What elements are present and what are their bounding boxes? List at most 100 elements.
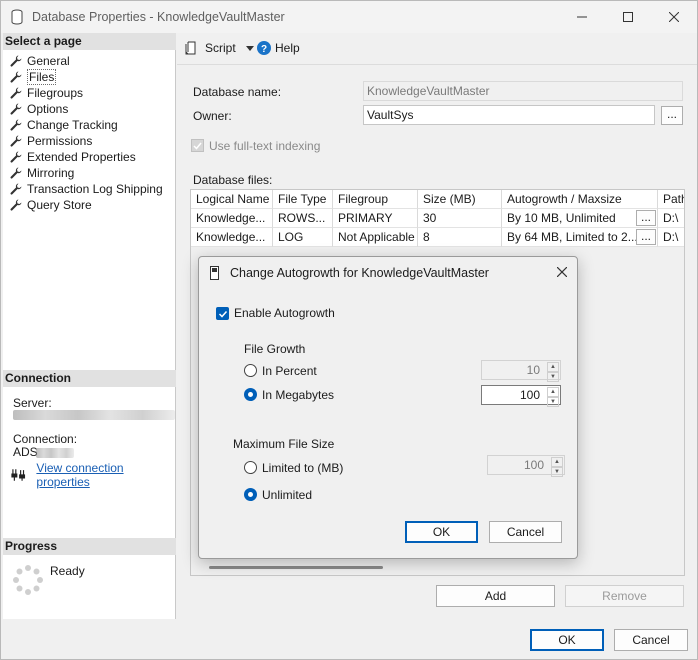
owner-browse-button[interactable]: ... bbox=[661, 106, 683, 125]
in-megabytes-spin-arrows[interactable]: ▲ ▼ bbox=[547, 387, 559, 407]
dialog-cancel-button[interactable]: Cancel bbox=[489, 521, 562, 543]
progress-spinner-icon bbox=[13, 565, 43, 595]
progress-header: Progress bbox=[3, 538, 176, 555]
unlimited-radio[interactable] bbox=[244, 488, 257, 501]
in-percent-spin-arrows[interactable]: ▲ ▼ bbox=[547, 362, 559, 382]
grid-horizontal-scrollbar[interactable] bbox=[209, 566, 383, 569]
column-header[interactable]: Autogrowth / Maxsize bbox=[502, 190, 658, 209]
autogrowth-edit-button[interactable]: ... bbox=[636, 229, 656, 245]
limited-to-stepper[interactable]: 100 ▲ ▼ bbox=[487, 455, 565, 477]
column-header[interactable]: Filegroup bbox=[333, 190, 418, 209]
column-header[interactable]: Logical Name bbox=[191, 190, 273, 209]
cancel-button[interactable]: Cancel bbox=[614, 629, 688, 651]
window-title: Database Properties - KnowledgeVaultMast… bbox=[32, 10, 285, 24]
limited-to-radio[interactable] bbox=[244, 461, 257, 474]
progress-status: Ready bbox=[50, 564, 85, 578]
maximize-icon bbox=[623, 12, 633, 22]
spin-up-icon[interactable]: ▲ bbox=[551, 457, 563, 467]
enable-autogrowth-checkbox[interactable] bbox=[216, 307, 229, 320]
sidebar-item-label: Extended Properties bbox=[27, 150, 136, 164]
sidebar-item-label: Change Tracking bbox=[27, 118, 118, 132]
fulltext-checkbox bbox=[191, 139, 204, 152]
column-header[interactable]: Size (MB) bbox=[418, 190, 502, 209]
ok-button[interactable]: OK bbox=[530, 629, 604, 651]
table-cell[interactable]: 8 bbox=[418, 228, 502, 247]
connection-header: Connection bbox=[3, 370, 176, 387]
wrench-icon bbox=[10, 135, 22, 147]
in-percent-stepper[interactable]: 10 ▲ ▼ bbox=[481, 360, 561, 382]
view-connection-properties-link[interactable]: View connection properties bbox=[36, 461, 175, 489]
wrench-icon bbox=[10, 151, 22, 163]
title-bar[interactable]: Database Properties - KnowledgeVaultMast… bbox=[1, 1, 697, 33]
table-cell[interactable]: D:\ bbox=[658, 209, 684, 228]
database-name-label: Database name: bbox=[193, 85, 282, 99]
table-cell[interactable]: ROWS... bbox=[273, 209, 333, 228]
sidebar-item-query-store[interactable]: Query Store bbox=[3, 197, 163, 213]
limited-to-value: 100 bbox=[523, 458, 544, 472]
spin-down-icon[interactable]: ▼ bbox=[547, 397, 559, 407]
table-cell[interactable]: D:\ bbox=[658, 228, 684, 247]
database-icon bbox=[11, 9, 23, 25]
unlimited-label[interactable]: Unlimited bbox=[262, 488, 312, 502]
table-cell[interactable]: PRIMARY bbox=[333, 209, 418, 228]
in-megabytes-stepper[interactable]: 100 ▲ ▼ bbox=[481, 385, 561, 407]
spin-up-icon[interactable]: ▲ bbox=[547, 362, 559, 372]
add-button[interactable]: Add bbox=[436, 585, 555, 607]
close-icon bbox=[557, 267, 567, 277]
close-window-button[interactable] bbox=[651, 1, 697, 33]
in-percent-radio[interactable] bbox=[244, 364, 257, 377]
in-megabytes-label[interactable]: In Megabytes bbox=[262, 388, 334, 402]
connection-label: Connection: bbox=[13, 432, 78, 446]
sidebar-item-label: Mirroring bbox=[27, 166, 75, 180]
table-cell[interactable]: LOG bbox=[273, 228, 333, 247]
table-cell[interactable]: By 10 MB, Unlimited bbox=[502, 209, 658, 228]
sidebar-item-transaction-log-shipping[interactable]: Transaction Log Shipping bbox=[3, 181, 163, 197]
sidebar-item-general[interactable]: General bbox=[3, 53, 163, 69]
table-cell[interactable]: 30 bbox=[418, 209, 502, 228]
server-label: Server: bbox=[13, 396, 52, 410]
sidebar-item-permissions[interactable]: Permissions bbox=[3, 133, 163, 149]
table-cell[interactable]: Not Applicable bbox=[333, 228, 418, 247]
limited-to-label[interactable]: Limited to (MB) bbox=[262, 461, 343, 475]
fulltext-label: Use full-text indexing bbox=[209, 139, 321, 153]
wrench-icon bbox=[10, 199, 22, 211]
table-cell[interactable]: By 64 MB, Limited to 2... bbox=[502, 228, 658, 247]
wrench-icon bbox=[10, 55, 22, 67]
spin-down-icon[interactable]: ▼ bbox=[551, 467, 563, 477]
sidebar-item-filegroups[interactable]: Filegroups bbox=[3, 85, 163, 101]
column-header[interactable]: Path bbox=[658, 190, 684, 209]
remove-button[interactable]: Remove bbox=[565, 585, 684, 607]
enable-autogrowth-label[interactable]: Enable Autogrowth bbox=[234, 306, 335, 320]
sidebar-item-extended-properties[interactable]: Extended Properties bbox=[3, 149, 163, 165]
owner-field[interactable]: VaultSys bbox=[363, 105, 655, 125]
sidebar-item-label: Files bbox=[27, 69, 57, 85]
checkmark-icon bbox=[218, 310, 227, 318]
sidebar-item-mirroring[interactable]: Mirroring bbox=[3, 165, 163, 181]
table-cell[interactable]: Knowledge... bbox=[191, 228, 273, 247]
minimize-button[interactable] bbox=[559, 1, 605, 33]
spin-up-icon[interactable]: ▲ bbox=[547, 387, 559, 397]
table-cell[interactable]: Knowledge... bbox=[191, 209, 273, 228]
script-button[interactable]: Script bbox=[185, 41, 254, 55]
connection-value-redacted bbox=[36, 448, 74, 458]
sidebar-item-options[interactable]: Options bbox=[3, 101, 163, 117]
dialog-ok-button[interactable]: OK bbox=[405, 521, 478, 543]
help-button[interactable]: ? Help bbox=[257, 41, 300, 55]
dialog-app-icon bbox=[210, 266, 219, 280]
in-percent-label[interactable]: In Percent bbox=[262, 364, 317, 378]
view-connection-row[interactable]: View connection properties bbox=[11, 461, 175, 489]
dropdown-arrow-icon[interactable] bbox=[245, 45, 254, 51]
in-megabytes-radio[interactable] bbox=[244, 388, 257, 401]
limited-to-spin-arrows[interactable]: ▲ ▼ bbox=[551, 457, 563, 477]
toolbar: Script ? Help bbox=[177, 33, 697, 65]
connection-value: ADS bbox=[13, 445, 38, 459]
sidebar-item-change-tracking[interactable]: Change Tracking bbox=[3, 117, 163, 133]
in-megabytes-value: 100 bbox=[519, 388, 540, 402]
close-icon bbox=[669, 12, 679, 22]
dialog-close-button[interactable] bbox=[551, 261, 573, 283]
sidebar-item-files[interactable]: Files bbox=[3, 69, 163, 85]
column-header[interactable]: File Type bbox=[273, 190, 333, 209]
spin-down-icon[interactable]: ▼ bbox=[547, 372, 559, 382]
maximize-button[interactable] bbox=[605, 1, 651, 33]
autogrowth-edit-button[interactable]: ... bbox=[636, 210, 656, 226]
